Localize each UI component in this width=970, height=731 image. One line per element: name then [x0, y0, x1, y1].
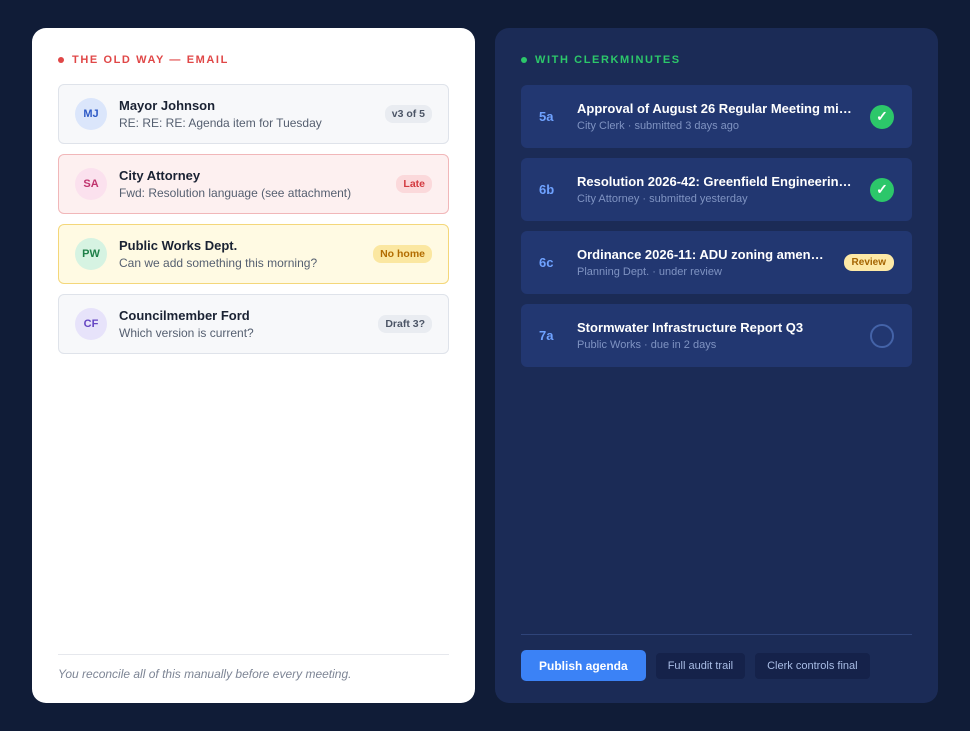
red-dot-icon — [58, 57, 64, 63]
audit-trail-tag: Full audit trail — [655, 652, 746, 679]
email-sender: Councilmember Ford — [119, 308, 250, 323]
agenda-item-7a[interactable]: 7a Stormwater Infrastructure Report Q3 P… — [521, 304, 912, 367]
agenda-item-number: 6c — [539, 255, 554, 270]
email-text: Public Works Dept. Can we add something … — [119, 238, 373, 270]
agenda-item-title: Approval of August 26 Regular Meeting mi… — [577, 101, 856, 116]
agenda-list: 5a Approval of August 26 Regular Meeting… — [521, 85, 912, 377]
check-icon: ✓ — [870, 177, 894, 202]
email-panel-title: THE OLD WAY — EMAIL — [58, 54, 229, 66]
agenda-item-status: ✓ — [870, 177, 894, 202]
email-item-public-works[interactable]: PW Public Works Dept. Can we add somethi… — [58, 224, 449, 284]
email-subject: RE: RE: RE: Agenda item for Tuesday — [119, 116, 322, 130]
agenda-item-text: Ordinance 2026-11: ADU zoning amendment … — [577, 247, 830, 278]
publish-agenda-button[interactable]: Publish agenda — [521, 650, 646, 681]
empty-circle-icon — [870, 323, 894, 348]
check-icon: ✓ — [870, 104, 894, 129]
email-panel-title-text: THE OLD WAY — EMAIL — [72, 54, 229, 66]
clerkminutes-panel-title: WITH CLERKMINUTES — [521, 54, 681, 66]
agenda-item-text: Stormwater Infrastructure Report Q3 Publ… — [577, 320, 856, 351]
clerkminutes-panel-footer: Publish agenda Full audit trail Clerk co… — [521, 634, 912, 681]
status-badge: No home — [373, 245, 432, 263]
agenda-item-meta: Planning Dept. · under review — [577, 266, 722, 278]
email-item-city-attorney[interactable]: SA City Attorney Fwd: Resolution languag… — [58, 154, 449, 214]
email-panel: THE OLD WAY — EMAIL MJ Mayor Johnson RE:… — [32, 28, 475, 703]
agenda-item-number: 6b — [539, 182, 555, 197]
agenda-item-meta: City Clerk · submitted 3 days ago — [577, 120, 740, 132]
email-subject: Can we add something this morning? — [119, 256, 318, 270]
agenda-item-status: Review — [843, 254, 894, 271]
agenda-item-title: Resolution 2026-42: Greenfield Engineeri… — [577, 174, 856, 189]
email-item-councilmember-ford[interactable]: CF Councilmember Ford Which version is c… — [58, 294, 449, 354]
email-sender: Public Works Dept. — [119, 238, 238, 253]
email-text: City Attorney Fwd: Resolution language (… — [119, 168, 396, 200]
agenda-item-5a[interactable]: 5a Approval of August 26 Regular Meeting… — [521, 85, 912, 148]
avatar: SA — [75, 168, 107, 200]
avatar: CF — [75, 308, 107, 340]
status-badge: v3 of 5 — [384, 105, 432, 123]
agenda-item-6c[interactable]: 6c Ordinance 2026-11: ADU zoning amendme… — [521, 231, 912, 294]
status-badge: Draft 3? — [378, 315, 432, 333]
agenda-item-number: 7a — [539, 328, 554, 343]
avatar: PW — [75, 238, 107, 270]
agenda-item-status — [870, 323, 894, 348]
agenda-item-text: Resolution 2026-42: Greenfield Engineeri… — [577, 174, 856, 205]
status-badge: Late — [396, 175, 432, 193]
avatar: MJ — [75, 98, 107, 130]
agenda-item-status: ✓ — [870, 104, 894, 129]
email-panel-footer: You reconcile all of this manually befor… — [58, 654, 449, 681]
email-subject: Which version is current? — [119, 326, 254, 340]
green-dot-icon — [521, 57, 527, 63]
email-subject: Fwd: Resolution language (see attachment… — [119, 186, 352, 200]
email-sender: Mayor Johnson — [119, 98, 216, 113]
agenda-item-6b[interactable]: 6b Resolution 2026-42: Greenfield Engine… — [521, 158, 912, 221]
agenda-item-title: Ordinance 2026-11: ADU zoning amendment — [577, 247, 830, 262]
review-badge: Review — [843, 254, 894, 271]
email-list: MJ Mayor Johnson RE: RE: RE: Agenda item… — [58, 84, 449, 364]
email-text: Mayor Johnson RE: RE: RE: Agenda item fo… — [119, 98, 385, 130]
email-sender: City Attorney — [119, 168, 201, 183]
email-item-mayor-johnson[interactable]: MJ Mayor Johnson RE: RE: RE: Agenda item… — [58, 84, 449, 144]
clerkminutes-panel: WITH CLERKMINUTES 5a Approval of August … — [495, 28, 938, 703]
agenda-item-number: 5a — [539, 109, 554, 124]
agenda-item-text: Approval of August 26 Regular Meeting mi… — [577, 101, 856, 132]
email-text: Councilmember Ford Which version is curr… — [119, 308, 378, 340]
clerk-controls-tag: Clerk controls final — [755, 652, 870, 679]
agenda-item-meta: City Attorney · submitted yesterday — [577, 193, 748, 205]
agenda-item-title: Stormwater Infrastructure Report Q3 — [577, 320, 804, 335]
agenda-item-meta: Public Works · due in 2 days — [577, 339, 717, 351]
clerkminutes-panel-title-text: WITH CLERKMINUTES — [535, 54, 681, 66]
